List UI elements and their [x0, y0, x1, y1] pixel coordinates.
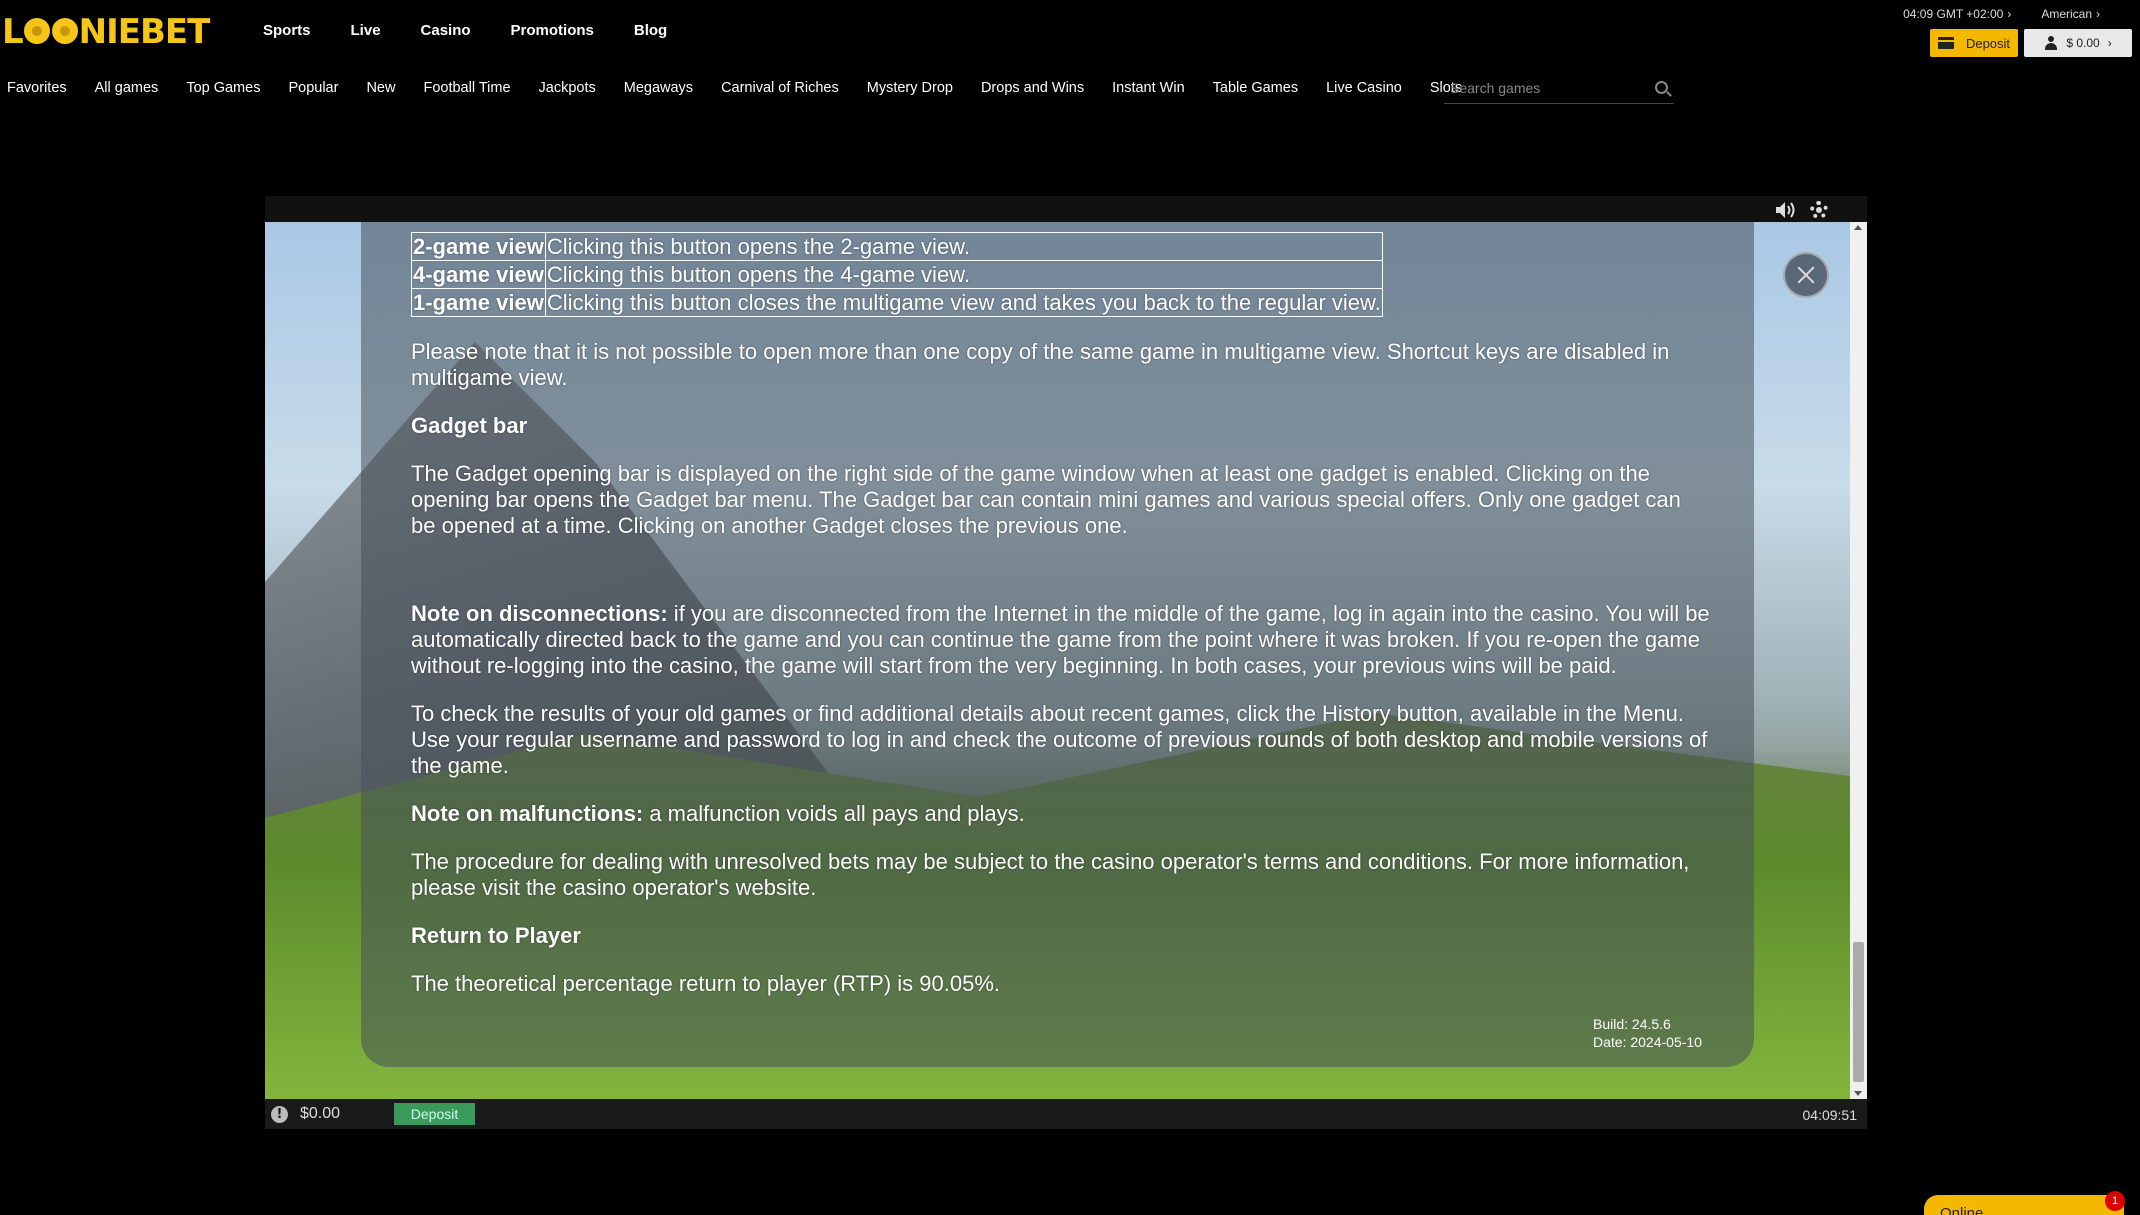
category-all-games[interactable]: All games	[95, 80, 159, 96]
account-area: 04:09 GMT +02:00 › American › Deposit $ 0.…	[1880, 4, 2140, 64]
help-content: 2-game view Clicking this button opens t…	[411, 232, 1711, 1019]
multigame-note: Please note that it is not possible to o…	[411, 339, 1670, 390]
chevron-right-icon: ›	[2096, 7, 2100, 21]
rtp-heading: Return to Player	[411, 923, 581, 948]
looniebet-logo[interactable]: L NIEBET	[2, 12, 210, 52]
multigame-table: 2-game view Clicking this button opens t…	[411, 232, 1383, 317]
game-toolbar	[265, 196, 1867, 222]
notification-badge: 1	[2105, 1191, 2125, 1211]
game-frame: 2-game view Clicking this button opens t…	[265, 196, 1867, 1129]
table-cell-key: 4-game view	[411, 260, 546, 289]
deposit-button[interactable]: Deposit	[1930, 29, 2018, 57]
category-new[interactable]: New	[366, 80, 395, 96]
table-row: 1-game view Clicking this button closes …	[411, 288, 1383, 317]
scroll-up-icon[interactable]	[1854, 225, 1862, 230]
category-drops-and-wins[interactable]: Drops and Wins	[981, 80, 1084, 96]
rtp-text: The theoretical percentage return to pla…	[411, 971, 1001, 996]
main-nav: Sports Live Casino Promotions Blog	[263, 22, 707, 39]
table-cell-key: 2-game view	[411, 232, 546, 261]
build-date: Date: 2024-05-10	[1593, 1034, 1702, 1050]
nav-blog[interactable]: Blog	[634, 22, 667, 39]
sound-icon[interactable]	[1775, 201, 1797, 219]
category-nav: Favorites All games Top Games Popular Ne…	[7, 76, 1490, 100]
chevron-right-icon: ›	[2007, 7, 2012, 21]
category-megaways[interactable]: Megaways	[624, 80, 693, 96]
nav-sports[interactable]: Sports	[263, 22, 311, 39]
online-chat-widget[interactable]: Online	[1924, 1195, 2124, 1215]
gadget-heading: Gadget bar	[411, 413, 528, 438]
table-cell-text: Clicking this button opens the 2-game vi…	[544, 232, 1383, 261]
game-status-bar: ! $0.00 Deposit 04:09:51	[265, 1099, 1867, 1129]
category-football-time[interactable]: Football Time	[423, 80, 510, 96]
category-favorites[interactable]: Favorites	[7, 80, 67, 96]
table-cell-text: Clicking this button closes the multigam…	[544, 288, 1383, 317]
table-cell-key: 1-game view	[411, 288, 546, 317]
malfunction-note: Note on malfunctions: a malfunction void…	[411, 801, 1025, 826]
game-balance: $0.00	[300, 1105, 341, 1122]
search-input[interactable]	[1444, 74, 1634, 102]
nav-live[interactable]: Live	[351, 22, 381, 39]
category-mystery-drop[interactable]: Mystery Drop	[867, 80, 953, 96]
nav-promotions[interactable]: Promotions	[511, 22, 594, 39]
gadget-description: The Gadget opening bar is displayed on t…	[411, 461, 1681, 538]
disconnect-note: Note on disconnections: if you are disco…	[411, 601, 1710, 678]
category-popular[interactable]: Popular	[288, 80, 338, 96]
help-scrollbar[interactable]	[1850, 222, 1867, 1099]
table-cell-text: Clicking this button opens the 4-game vi…	[544, 260, 1383, 289]
game-help-screen: 2-game view Clicking this button opens t…	[265, 222, 1850, 1099]
category-jackpots[interactable]: Jackpots	[539, 80, 596, 96]
category-top-games[interactable]: Top Games	[186, 80, 260, 96]
category-carnival-of-riches[interactable]: Carnival of Riches	[721, 80, 839, 96]
gear-icon[interactable]	[1810, 201, 1828, 219]
balance-button[interactable]: $ 0.00 ›	[2024, 29, 2132, 57]
build-version: Build: 24.5.6	[1593, 1016, 1671, 1032]
scroll-thumb[interactable]	[1853, 942, 1864, 1082]
category-live-casino[interactable]: Live Casino	[1326, 80, 1402, 96]
procedure-note: The procedure for dealing with unresolve…	[411, 849, 1690, 900]
game-deposit-button[interactable]: Deposit	[394, 1103, 475, 1125]
history-note: To check the results of your old games o…	[411, 701, 1708, 778]
scroll-down-icon[interactable]	[1854, 1091, 1862, 1096]
build-info: Build: 24.5.6 Date: 2024-05-10	[1593, 1015, 1702, 1051]
category-table-games[interactable]: Table Games	[1213, 80, 1298, 96]
chevron-right-icon: ›	[2107, 36, 2112, 50]
online-chat-label: Online	[1940, 1205, 1984, 1215]
close-help-button[interactable]	[1783, 252, 1829, 298]
user-icon	[2044, 36, 2058, 50]
game-clock: 04:09:51	[1802, 1107, 1858, 1123]
nav-casino[interactable]: Casino	[421, 22, 471, 39]
search-box	[1444, 74, 1674, 104]
site-header: L NIEBET Sports Live Casino Promotions Bl…	[0, 0, 2140, 66]
search-icon[interactable]	[1655, 81, 1668, 94]
clock-selector[interactable]: 04:09 GMT +02:00 ›	[1903, 7, 2011, 21]
odds-format-selector[interactable]: American ›	[2041, 7, 2100, 21]
logo-text: L NIEBET	[2, 12, 210, 52]
info-icon[interactable]: !	[271, 1106, 288, 1123]
category-instant-win[interactable]: Instant Win	[1112, 80, 1185, 96]
table-row: 4-game view Clicking this button opens t…	[411, 260, 1383, 289]
table-row: 2-game view Clicking this button opens t…	[411, 232, 1383, 261]
card-icon	[1937, 37, 1954, 49]
